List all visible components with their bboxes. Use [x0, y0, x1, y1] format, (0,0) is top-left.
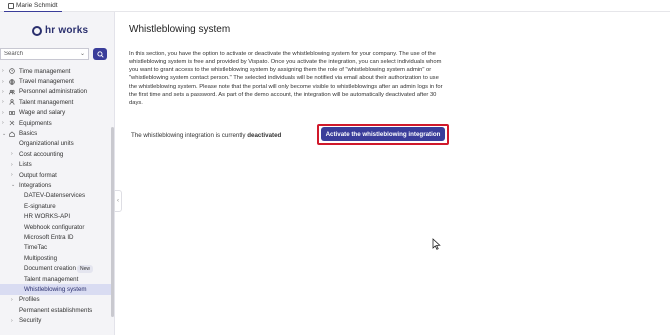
- sidebar-item-label: Cost accounting: [19, 150, 64, 158]
- sidebar-item-label: Output format: [19, 171, 57, 179]
- sidebar-item-label: Equipments: [19, 119, 52, 127]
- sidebar-item-webhook-configurator[interactable]: Webhook configurator: [0, 222, 112, 232]
- new-badge: New: [77, 264, 94, 273]
- sidebar-item-document-creation[interactable]: Document creation New: [0, 263, 112, 273]
- chevron-right-icon: ›: [2, 109, 4, 116]
- sidebar-item-output-format[interactable]: › Output format: [0, 170, 112, 180]
- sidebar-item-permanent-establishments[interactable]: Permanent establishments: [0, 305, 112, 315]
- sidebar-item-e-signature[interactable]: E-signature: [0, 201, 112, 211]
- chevron-right-icon: ›: [11, 161, 13, 168]
- status-prefix: The whistleblowing integration is curren…: [131, 132, 246, 139]
- chevron-right-icon: ›: [11, 317, 13, 324]
- page-title: Whistleblowing system: [129, 24, 231, 35]
- sidebar-item-label: Basics: [19, 130, 38, 138]
- sidebar-item-label: E-signature: [24, 202, 56, 210]
- chevron-down-icon: ⌄: [2, 130, 7, 137]
- chevron-down-icon[interactable]: ⌄: [80, 50, 85, 57]
- user-name: Marie Schmidt: [16, 2, 58, 9]
- home-icon: [9, 131, 15, 137]
- chevron-right-icon: ›: [2, 88, 4, 95]
- sidebar-item-talent-management[interactable]: › Talent management: [0, 97, 112, 107]
- globe-icon: [9, 78, 15, 85]
- status-value: deactivated: [247, 132, 282, 139]
- sidebar: hr works ⌄ › Time management › Travel ma…: [0, 12, 115, 335]
- sidebar-item-security[interactable]: › Security: [0, 315, 112, 325]
- sidebar-item-integrations[interactable]: ⌄ Integrations: [0, 180, 112, 190]
- person-icon: [9, 99, 15, 106]
- chevron-right-icon: ›: [11, 296, 13, 303]
- sidebar-item-label: Whistleblowing system: [24, 285, 87, 293]
- chevron-down-icon: ⌄: [11, 182, 16, 189]
- sidebar-item-label: Security: [19, 317, 42, 325]
- sidebar-item-label: Organizational units: [19, 140, 74, 148]
- sidebar-item-label: Time management: [19, 67, 71, 75]
- search-input[interactable]: [0, 48, 89, 60]
- activate-integration-button[interactable]: Activate the whistleblowing integration: [321, 127, 445, 141]
- sidebar-item-label: Integrations: [19, 181, 52, 189]
- sidebar-item-label: Travel management: [19, 78, 74, 86]
- sidebar-item-timetac[interactable]: TimeTac: [0, 243, 112, 253]
- description-text: In this section, you have the option to …: [129, 51, 443, 106]
- chevron-right-icon: ›: [2, 120, 4, 127]
- sidebar-item-label: DATEV-Datenservices: [24, 192, 86, 200]
- sidebar-item-label: Webhook configurator: [24, 223, 85, 231]
- sidebar-item-basics[interactable]: ⌄ Basics: [0, 128, 112, 138]
- mouse-cursor-icon: [432, 238, 441, 250]
- sidebar-item-label: Multiposting: [24, 254, 58, 262]
- sidebar-item-label: Profiles: [19, 296, 40, 304]
- search-icon: [96, 50, 104, 58]
- clock-icon: [9, 68, 15, 74]
- search-button[interactable]: [93, 48, 107, 60]
- sidebar-item-talent-management-integration[interactable]: Talent management: [0, 274, 112, 284]
- sidebar-item-hr-works-api[interactable]: HR WORKS-API: [0, 211, 112, 221]
- sidebar-item-microsoft-entra-id[interactable]: Microsoft Entra ID: [0, 232, 112, 242]
- chevron-right-icon: ›: [11, 151, 13, 158]
- sidebar-item-whistleblowing-system[interactable]: Whistleblowing system: [0, 284, 112, 295]
- money-icon: [9, 110, 15, 115]
- chevron-right-icon: ›: [2, 99, 4, 106]
- sidebar-item-label: Lists: [19, 161, 32, 169]
- sidebar-item-label: Personnel administration: [19, 88, 88, 96]
- sidebar-item-travel-management[interactable]: › Travel management: [0, 76, 112, 86]
- sidebar-item-cost-accounting[interactable]: › Cost accounting: [0, 149, 112, 159]
- sidebar-item-label: Permanent establishments: [19, 306, 93, 314]
- sidebar-item-label: Document creation: [24, 265, 76, 273]
- sidebar-nav: › Time management › Travel management › …: [0, 66, 112, 326]
- chevron-left-icon: ‹: [117, 198, 119, 204]
- sidebar-item-label: TimeTac: [24, 244, 48, 252]
- sidebar-item-label: Wage and salary: [19, 109, 66, 117]
- sidebar-item-label: Talent management: [19, 98, 74, 106]
- sidebar-item-label: HR WORKS-API: [24, 213, 71, 221]
- sidebar-item-organizational-units[interactable]: Organizational units: [0, 139, 112, 149]
- chevron-right-icon: ›: [11, 172, 13, 179]
- sidebar-item-label: Talent management: [24, 275, 79, 283]
- sidebar-scrollbar[interactable]: [111, 127, 114, 317]
- top-bar: Marie Schmidt: [0, 0, 670, 12]
- user-icon: [8, 2, 14, 9]
- chevron-right-icon: ›: [2, 68, 4, 75]
- sidebar-item-lists[interactable]: › Lists: [0, 160, 112, 170]
- sidebar-item-profiles[interactable]: › Profiles: [0, 295, 112, 305]
- logo-text: hr works: [45, 25, 89, 36]
- sidebar-item-equipments[interactable]: › Equipments: [0, 118, 112, 128]
- sidebar-item-multiposting[interactable]: Multiposting: [0, 253, 112, 263]
- user-tab[interactable]: Marie Schmidt: [4, 0, 62, 12]
- sidebar-item-datev-datenservices[interactable]: DATEV-Datenservices: [0, 191, 112, 201]
- sidebar-item-personnel-administration[interactable]: › Personnel administration: [0, 87, 112, 97]
- search-bar: ⌄: [0, 48, 108, 60]
- people-icon: [9, 89, 15, 95]
- tools-icon: [9, 120, 15, 126]
- hrworks-logo-icon: [32, 25, 42, 36]
- sidebar-item-label: Microsoft Entra ID: [24, 233, 74, 241]
- sidebar-item-wage-and-salary[interactable]: › Wage and salary: [0, 108, 112, 118]
- logo[interactable]: hr works: [32, 25, 88, 36]
- chevron-right-icon: ›: [2, 78, 4, 85]
- sidebar-collapse-button[interactable]: ‹: [114, 190, 122, 212]
- integration-status: The whistleblowing integration is curren…: [131, 132, 281, 139]
- sidebar-item-time-management[interactable]: › Time management: [0, 66, 112, 76]
